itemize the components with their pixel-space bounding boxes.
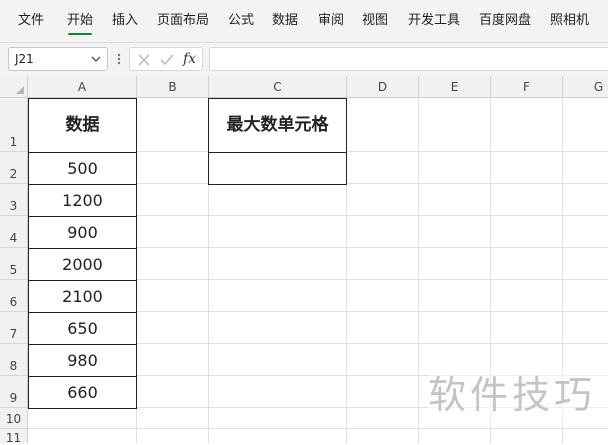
- menu-developer[interactable]: 开发工具: [408, 0, 460, 42]
- formula-actions: fx: [129, 47, 203, 71]
- row-header-6[interactable]: 6: [0, 280, 28, 312]
- row-header-11[interactable]: 11: [0, 429, 28, 445]
- row-header-4[interactable]: 4: [0, 216, 28, 248]
- ribbon-menu-bar: 文件 开始 插入 页面布局 公式 数据 审阅 视图 开发工具 百度网盘 照相机: [0, 0, 608, 43]
- row-header-8[interactable]: 8: [0, 344, 28, 376]
- column-header-b[interactable]: B: [137, 76, 209, 98]
- column-header-c[interactable]: C: [209, 76, 347, 98]
- cell-a7[interactable]: 650: [28, 312, 137, 345]
- row-header-10[interactable]: 10: [0, 408, 28, 429]
- menu-camera[interactable]: 照相机: [550, 0, 589, 42]
- menu-review[interactable]: 审阅: [318, 0, 344, 42]
- column-header-g[interactable]: G: [563, 76, 608, 98]
- menu-view[interactable]: 视图: [362, 0, 388, 42]
- row-header-2[interactable]: 2: [0, 152, 28, 184]
- menu-formulas[interactable]: 公式: [228, 0, 254, 42]
- confirm-check-icon[interactable]: [159, 53, 175, 67]
- menu-file[interactable]: 文件: [18, 0, 44, 42]
- cell-a8[interactable]: 980: [28, 344, 137, 377]
- insert-function-icon[interactable]: fx: [183, 48, 196, 70]
- column-header-e[interactable]: E: [419, 76, 491, 98]
- gridline: [418, 98, 419, 443]
- cell-a5[interactable]: 2000: [28, 248, 137, 281]
- cell-a1[interactable]: 数据: [28, 98, 137, 153]
- column-header-f[interactable]: F: [491, 76, 563, 98]
- cell-a9[interactable]: 660: [28, 376, 137, 409]
- column-header-a[interactable]: A: [28, 76, 137, 98]
- formula-bar: J21 fx: [0, 43, 608, 76]
- column-header-d[interactable]: D: [347, 76, 419, 98]
- spreadsheet-grid: A B C D E F G 1 2 3 4 5 6 7 8 9 10 11 数据…: [0, 76, 608, 445]
- menu-baidu-netdisk[interactable]: 百度网盘: [479, 0, 531, 42]
- row-header-9[interactable]: 9: [0, 376, 28, 408]
- menu-insert[interactable]: 插入: [112, 0, 138, 42]
- cell-c2[interactable]: [208, 152, 347, 185]
- more-dots-icon[interactable]: [114, 51, 124, 67]
- select-all-corner[interactable]: [0, 76, 28, 98]
- cell-a2[interactable]: 500: [28, 152, 137, 185]
- gridline: [28, 428, 608, 429]
- menu-page-layout[interactable]: 页面布局: [157, 0, 209, 42]
- row-header-5[interactable]: 5: [0, 248, 28, 280]
- cell-c1[interactable]: 最大数单元格: [208, 98, 347, 153]
- cancel-x-icon[interactable]: [137, 53, 151, 67]
- chevron-down-icon[interactable]: [91, 54, 101, 64]
- name-box-value: J21: [15, 52, 34, 66]
- menu-data[interactable]: 数据: [272, 0, 298, 42]
- row-header-3[interactable]: 3: [0, 184, 28, 216]
- cell-a4[interactable]: 900: [28, 216, 137, 249]
- select-all-triangle-icon: [16, 86, 24, 94]
- menu-home[interactable]: 开始: [67, 0, 93, 42]
- formula-input[interactable]: [209, 47, 608, 71]
- row-header-1[interactable]: 1: [0, 98, 28, 152]
- row-header-7[interactable]: 7: [0, 312, 28, 344]
- cell-a3[interactable]: 1200: [28, 184, 137, 217]
- watermark-text: 软件技巧: [428, 370, 608, 420]
- name-box[interactable]: J21: [8, 47, 108, 71]
- cell-a6[interactable]: 2100: [28, 280, 137, 313]
